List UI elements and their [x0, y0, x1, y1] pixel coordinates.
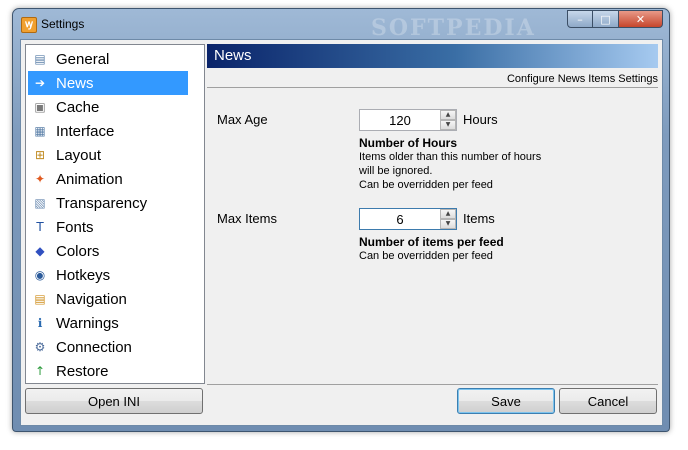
- transparency-icon: ▧: [34, 196, 46, 210]
- settings-window: ꝡ Settings SOFTPEDIA – □ ✕ ▤ General ➔ News…: [12, 8, 670, 432]
- warnings-icon: ℹ: [37, 316, 43, 330]
- sidebar-item-animation[interactable]: ✦ Animation: [28, 167, 188, 191]
- sidebar-item-restore[interactable]: ↑ Restore: [28, 359, 188, 383]
- max-age-input[interactable]: [360, 110, 440, 130]
- max-age-unit: Hours: [463, 112, 498, 127]
- sidebar-item-label: Colors: [56, 242, 100, 260]
- app-icon: ꝡ: [21, 17, 37, 33]
- max-items-unit: Items: [463, 211, 495, 226]
- sidebar-item-news[interactable]: ➔ News: [28, 71, 188, 95]
- maximize-button[interactable]: □: [593, 10, 619, 28]
- watermark-text: SOFTPEDIA: [371, 15, 536, 41]
- sidebar-item-label: Hotkeys: [56, 266, 111, 284]
- max-age-label: Max Age: [217, 112, 268, 127]
- increment-arrow-icon[interactable]: ▲: [440, 110, 456, 120]
- sidebar-item-navigation[interactable]: ▤ Navigation: [28, 287, 188, 311]
- sidebar-item-warnings[interactable]: ℹ Warnings: [28, 311, 188, 335]
- panel-subtitle: Configure News Items Settings: [506, 73, 658, 85]
- open-ini-button[interactable]: Open INI: [25, 388, 203, 414]
- sidebar-item-colors[interactable]: ◆ Colors: [28, 239, 188, 263]
- news-icon: ➔: [34, 76, 46, 90]
- max-age-help-line: Items older than this number of hours: [359, 151, 542, 163]
- max-items-help-title: Number of items per feed: [359, 235, 504, 249]
- sidebar-item-label: Fonts: [56, 218, 94, 236]
- max-age-help-title: Number of Hours: [359, 136, 458, 150]
- decrement-arrow-icon[interactable]: ▼: [440, 219, 456, 229]
- save-button[interactable]: Save: [457, 388, 555, 414]
- window-controls: – □ ✕: [567, 10, 663, 28]
- sidebar-item-label: Restore: [56, 362, 109, 380]
- sidebar-item-label: Interface: [56, 122, 115, 140]
- sidebar-item-transparency[interactable]: ▧ Transparency: [28, 191, 188, 215]
- colors-icon: ◆: [35, 244, 45, 258]
- sidebar-item-label: Warnings: [56, 314, 119, 332]
- max-items-input[interactable]: [360, 209, 440, 229]
- sidebar-item-connection[interactable]: ⚙ Connection: [28, 335, 188, 359]
- layout-icon: ⊞: [34, 148, 46, 162]
- close-button[interactable]: ✕: [619, 10, 663, 28]
- minimize-button[interactable]: –: [567, 10, 593, 28]
- sidebar-item-cache[interactable]: ▣ Cache: [28, 95, 188, 119]
- fonts-icon: T: [36, 220, 44, 234]
- panel-header: News: [207, 44, 658, 68]
- sidebar-item-general[interactable]: ▤ General: [28, 47, 188, 71]
- cache-icon: ▣: [34, 100, 46, 114]
- decrement-arrow-icon[interactable]: ▼: [440, 120, 456, 130]
- max-age-help-line: Can be overridden per feed: [359, 179, 493, 191]
- increment-arrow-icon[interactable]: ▲: [440, 209, 456, 219]
- sidebar-item-label: Layout: [56, 146, 102, 164]
- news-settings-panel: News Configure News Items Settings Max A…: [207, 44, 658, 382]
- sidebar-item-fonts[interactable]: T Fonts: [28, 215, 188, 239]
- sidebar-item-label: Connection: [56, 338, 132, 356]
- sidebar-item-label: News: [56, 74, 94, 92]
- sidebar-item-label: Transparency: [56, 194, 148, 212]
- max-age-help-line: will be ignored.: [359, 165, 433, 177]
- footer-divider: [207, 384, 658, 385]
- interface-icon: ▦: [34, 124, 46, 138]
- settings-category-list[interactable]: ▤ General ➔ News ▣ Cache ▦ Interface ⊞ Layout ✦ Ani…: [25, 44, 205, 384]
- sidebar-item-label: Cache: [56, 98, 100, 116]
- client-area: ▤ General ➔ News ▣ Cache ▦ Interface ⊞ Layout ✦ Ani…: [20, 39, 663, 426]
- sidebar-item-label: General: [56, 50, 110, 68]
- window-title: Settings: [41, 17, 85, 31]
- sidebar-item-label: Navigation: [56, 290, 127, 308]
- max-age-stepper[interactable]: ▲ ▼: [359, 109, 457, 131]
- title-bar[interactable]: ꝡ Settings SOFTPEDIA – □ ✕: [13, 9, 669, 41]
- max-items-help-line: Can be overridden per feed: [359, 250, 493, 262]
- connection-icon: ⚙: [34, 340, 46, 354]
- animation-icon: ✦: [34, 172, 46, 186]
- hotkeys-icon: ◉: [34, 268, 46, 282]
- max-items-label: Max Items: [217, 211, 277, 226]
- sidebar-item-interface[interactable]: ▦ Interface: [28, 119, 188, 143]
- general-icon: ▤: [34, 52, 46, 66]
- header-divider: [207, 87, 658, 88]
- restore-icon: ↑: [34, 364, 46, 378]
- max-items-stepper[interactable]: ▲ ▼: [359, 208, 457, 230]
- sidebar-item-hotkeys[interactable]: ◉ Hotkeys: [28, 263, 188, 287]
- panel-title: News: [214, 47, 252, 64]
- navigation-icon: ▤: [34, 292, 46, 306]
- cancel-button[interactable]: Cancel: [559, 388, 657, 414]
- sidebar-item-layout[interactable]: ⊞ Layout: [28, 143, 188, 167]
- sidebar-item-label: Animation: [56, 170, 123, 188]
